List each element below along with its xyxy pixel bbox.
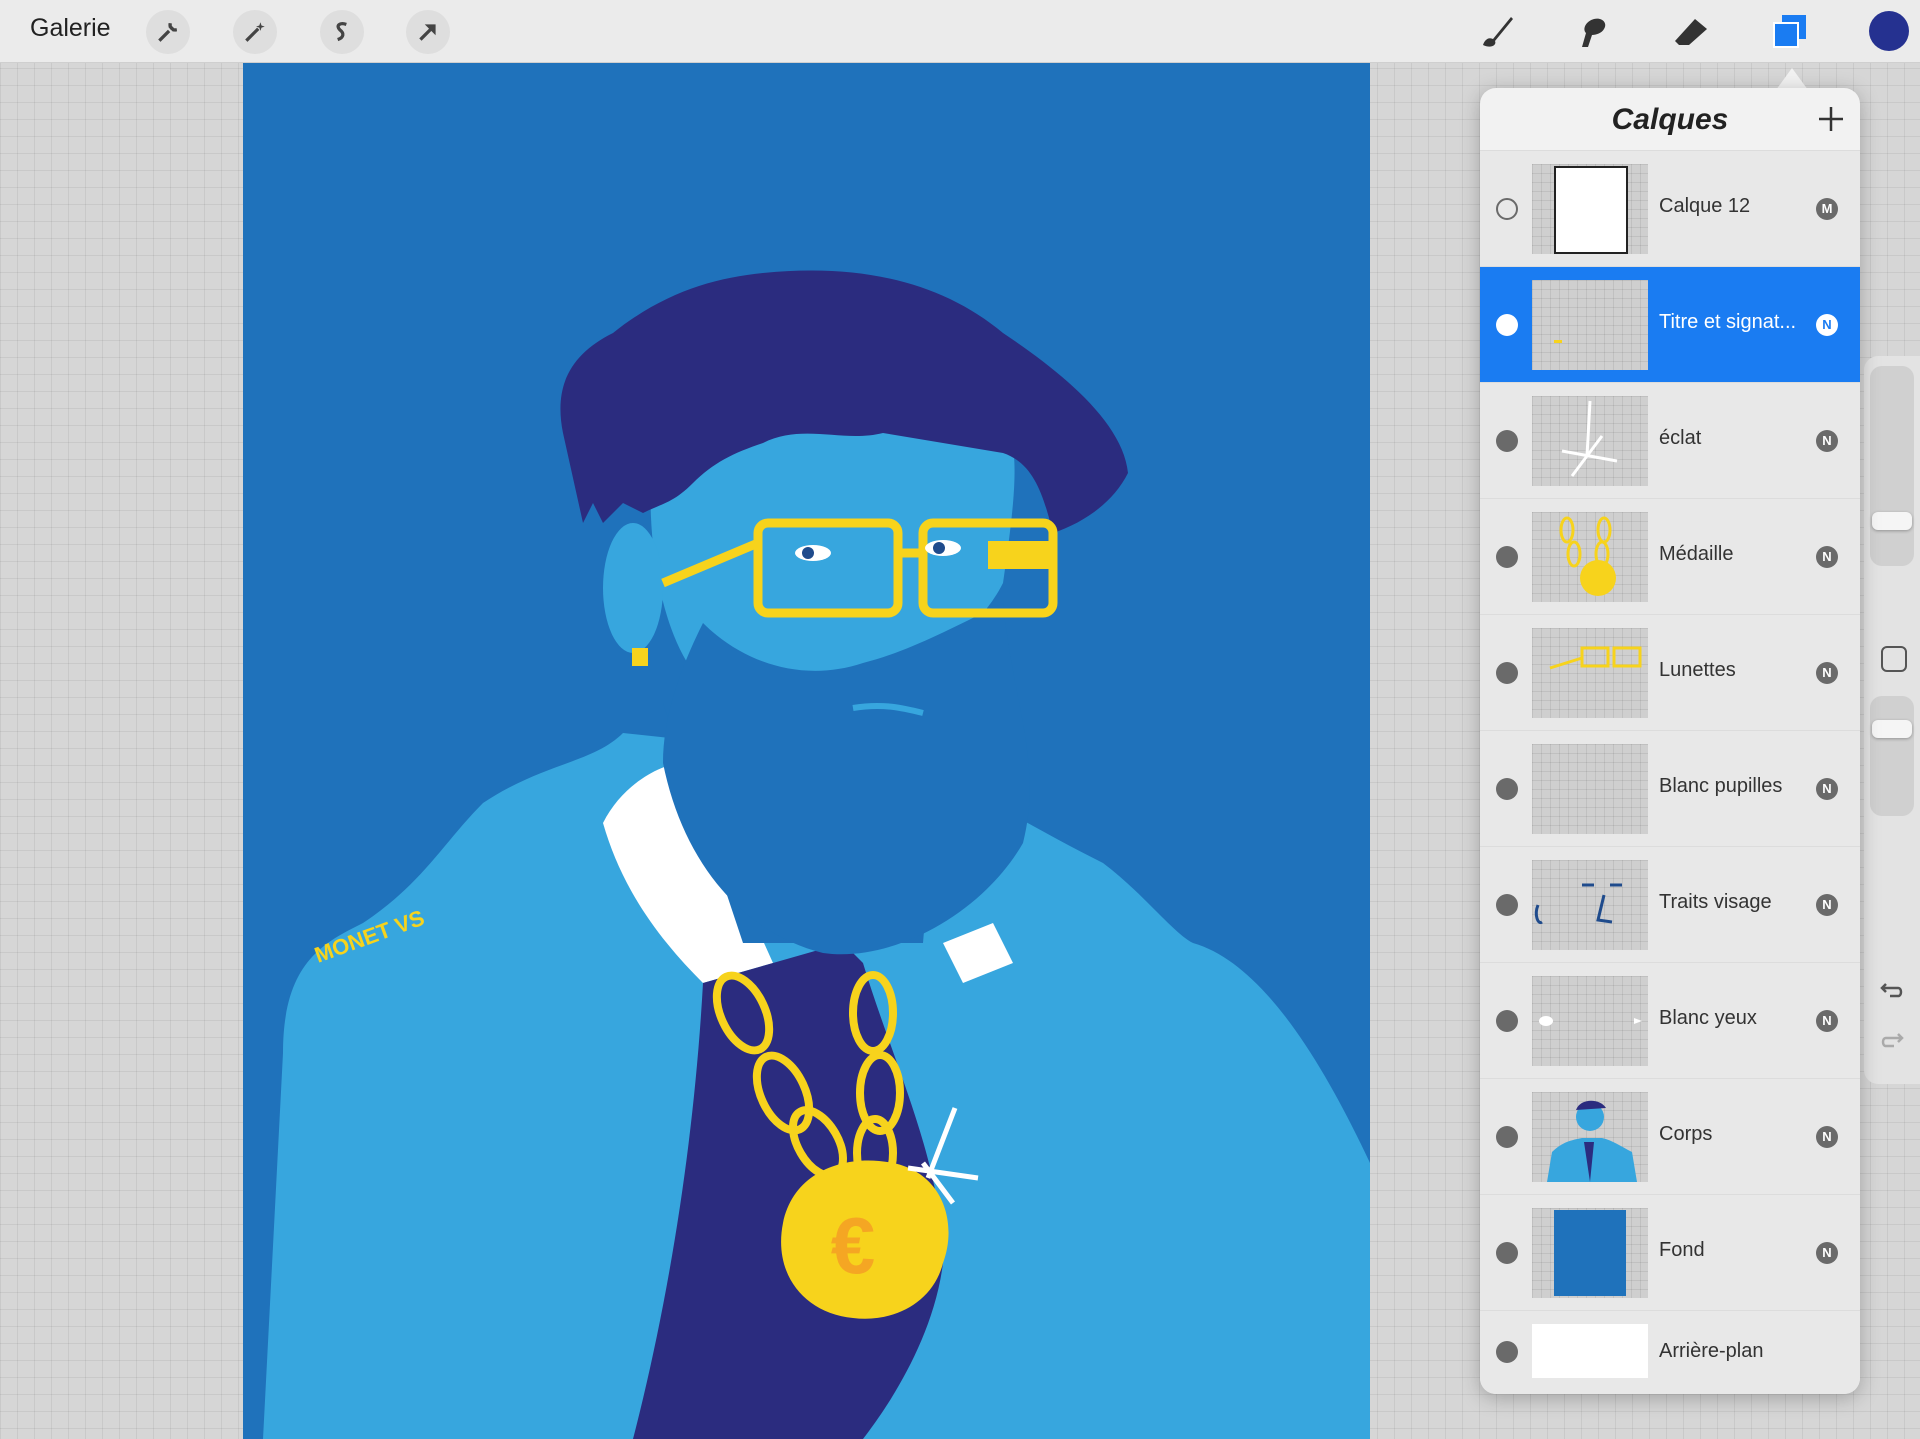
- left-pupil: [802, 547, 814, 559]
- panel-pointer: [1776, 68, 1808, 90]
- redo-icon[interactable]: [1878, 1026, 1906, 1054]
- blend-mode-badge[interactable]: N: [1816, 1126, 1838, 1148]
- euro-symbol: €: [831, 1201, 876, 1290]
- layers-panel-title: Calques: [1611, 103, 1729, 136]
- blend-mode-badge[interactable]: N: [1816, 546, 1838, 568]
- visibility-toggle[interactable]: [1496, 1126, 1518, 1148]
- undo-icon[interactable]: [1878, 976, 1906, 1004]
- smudge-icon[interactable]: [1567, 6, 1617, 56]
- layer-name: Arrière-plan: [1659, 1340, 1764, 1362]
- blend-mode-badge[interactable]: N: [1816, 1010, 1838, 1032]
- top-toolbar: Galerie: [0, 0, 1920, 63]
- brush-icon[interactable]: [1472, 6, 1522, 56]
- layer-row[interactable]: Blanc yeux N: [1480, 962, 1860, 1079]
- add-layer-button[interactable]: [1816, 104, 1846, 134]
- selection-icon[interactable]: [320, 10, 364, 54]
- blend-mode-badge[interactable]: N: [1816, 430, 1838, 452]
- brush-size-handle[interactable]: [1872, 512, 1912, 530]
- blend-mode-badge[interactable]: M: [1816, 198, 1838, 220]
- layer-row[interactable]: Traits visage N: [1480, 846, 1860, 963]
- layer-name: Titre et signat...: [1659, 311, 1797, 333]
- gallery-button[interactable]: Galerie: [30, 14, 111, 43]
- layer-thumbnail: [1532, 744, 1648, 834]
- earring: [632, 648, 648, 666]
- layer-row-active[interactable]: Titre et signat... N: [1480, 266, 1860, 383]
- visibility-toggle[interactable]: [1496, 1010, 1518, 1032]
- layer-thumbnail: [1532, 1092, 1648, 1182]
- ear: [603, 523, 663, 653]
- visibility-toggle[interactable]: [1496, 894, 1518, 916]
- layer-name: éclat: [1659, 427, 1702, 449]
- magic-wand-icon[interactable]: [233, 10, 277, 54]
- visibility-toggle[interactable]: [1496, 198, 1518, 220]
- visibility-toggle[interactable]: [1496, 314, 1518, 336]
- transform-arrow-icon[interactable]: [406, 10, 450, 54]
- layer-name: Blanc yeux: [1659, 1007, 1757, 1029]
- layer-row[interactable]: Fond N: [1480, 1194, 1860, 1311]
- layer-row[interactable]: Blanc pupilles N: [1480, 730, 1860, 847]
- layer-thumbnail: [1532, 976, 1648, 1066]
- layer-thumbnail: [1532, 396, 1648, 486]
- layer-row[interactable]: Corps N: [1480, 1078, 1860, 1195]
- layer-thumbnail: [1532, 860, 1648, 950]
- layer-thumbnail: [1532, 628, 1648, 718]
- visibility-toggle[interactable]: [1496, 1242, 1518, 1264]
- layer-thumbnail: [1532, 280, 1648, 370]
- blend-mode-badge[interactable]: N: [1816, 894, 1838, 916]
- layer-row[interactable]: Médaille N: [1480, 498, 1860, 615]
- layer-name: Fond: [1659, 1239, 1705, 1261]
- eraser-icon[interactable]: [1666, 6, 1716, 56]
- visibility-toggle[interactable]: [1496, 778, 1518, 800]
- layer-name: Blanc pupilles: [1659, 775, 1783, 797]
- color-picker-swatch[interactable]: [1869, 11, 1909, 51]
- layer-thumbnail: [1532, 1208, 1648, 1298]
- artwork-canvas[interactable]: € MONET VS: [243, 63, 1370, 1439]
- right-pupil: [933, 542, 945, 554]
- layer-row[interactable]: Calque 12 M: [1480, 150, 1860, 267]
- side-toolbar: [1864, 356, 1920, 1084]
- layers-icon[interactable]: [1765, 6, 1815, 56]
- visibility-toggle[interactable]: [1496, 430, 1518, 452]
- layer-name: Médaille: [1659, 543, 1734, 565]
- layer-row[interactable]: Lunettes N: [1480, 614, 1860, 731]
- layer-thumbnail: [1532, 1324, 1648, 1378]
- wrench-icon[interactable]: [146, 10, 190, 54]
- blend-mode-badge[interactable]: N: [1816, 1242, 1838, 1264]
- blend-mode-badge[interactable]: N: [1816, 778, 1838, 800]
- brush-size-slider[interactable]: [1870, 366, 1914, 566]
- layer-thumbnail: [1532, 164, 1648, 254]
- layers-panel: Calques Calque 12 M Titre et signat... N…: [1480, 88, 1860, 1394]
- layer-name: Corps: [1659, 1123, 1713, 1145]
- modify-button[interactable]: [1881, 646, 1907, 672]
- glasses-hinge: [988, 541, 1053, 569]
- visibility-toggle[interactable]: [1496, 546, 1518, 568]
- opacity-slider[interactable]: [1870, 696, 1914, 816]
- opacity-handle[interactable]: [1872, 720, 1912, 738]
- blend-mode-badge[interactable]: N: [1816, 314, 1838, 336]
- visibility-toggle[interactable]: [1496, 1341, 1518, 1363]
- layer-row-background[interactable]: Arrière-plan: [1480, 1310, 1860, 1394]
- layer-row[interactable]: éclat N: [1480, 382, 1860, 499]
- layer-name: Lunettes: [1659, 659, 1736, 681]
- layer-name: Calque 12: [1659, 195, 1751, 217]
- layer-name: Traits visage: [1659, 891, 1772, 913]
- visibility-toggle[interactable]: [1496, 662, 1518, 684]
- layer-thumbnail: [1532, 512, 1648, 602]
- blend-mode-badge[interactable]: N: [1816, 662, 1838, 684]
